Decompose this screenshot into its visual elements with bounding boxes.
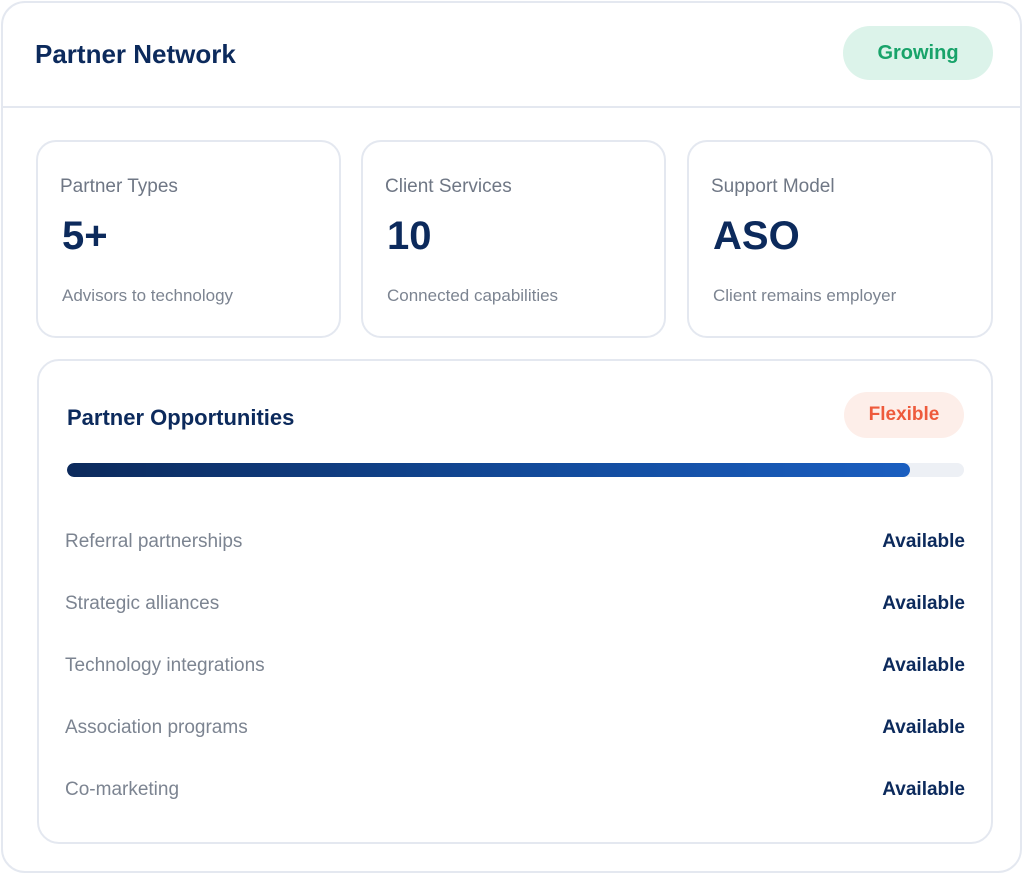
list-item: Strategic alliances Available: [65, 573, 965, 635]
partner-network-card: Partner Network Growing Partner Types 5+…: [1, 1, 1022, 873]
opportunities-progress-bar: [67, 463, 964, 477]
opportunity-label: Co-marketing: [65, 779, 180, 800]
list-item: Referral partnerships Available: [65, 511, 965, 573]
stat-subtext: Client remains employer: [713, 286, 897, 305]
partner-opportunities-panel: Partner Opportunities Flexible Referral …: [37, 359, 993, 844]
progress-fill: [67, 463, 911, 477]
list-item: Technology integrations Available: [65, 635, 965, 697]
availability-status: Available: [882, 593, 965, 614]
stat-card-client-services: Client Services 10 Connected capabilitie…: [361, 140, 666, 338]
availability-status: Available: [882, 717, 965, 738]
opportunity-label: Association programs: [65, 717, 248, 738]
stat-value: 5+: [62, 214, 108, 258]
flexible-status-badge: Flexible: [844, 392, 964, 438]
stat-subtext: Advisors to technology: [62, 286, 234, 305]
stat-card-partner-types: Partner Types 5+ Advisors to technology: [36, 140, 341, 338]
card-header: Partner Network Growing: [3, 3, 1020, 108]
list-item: Association programs Available: [65, 697, 965, 759]
availability-status: Available: [882, 779, 965, 800]
stat-value: ASO: [713, 214, 800, 258]
growing-status-badge: Growing: [843, 26, 993, 80]
card-title: Partner Network: [35, 39, 236, 69]
stat-subtext: Connected capabilities: [387, 286, 559, 305]
opportunities-list: Referral partnerships Available Strategi…: [65, 511, 965, 821]
list-item: Co-marketing Available: [65, 759, 965, 821]
opportunity-label: Strategic alliances: [65, 593, 220, 614]
opportunity-label: Referral partnerships: [65, 531, 243, 552]
stat-card-support-model: Support Model ASO Client remains employe…: [687, 140, 993, 338]
stat-label: Support Model: [711, 176, 835, 197]
availability-status: Available: [882, 531, 965, 552]
stat-label: Client Services: [385, 176, 512, 197]
availability-status: Available: [882, 655, 965, 676]
stat-value: 10: [387, 214, 432, 258]
panel-title: Partner Opportunities: [67, 405, 295, 430]
opportunity-label: Technology integrations: [65, 655, 265, 676]
stat-label: Partner Types: [60, 176, 178, 197]
